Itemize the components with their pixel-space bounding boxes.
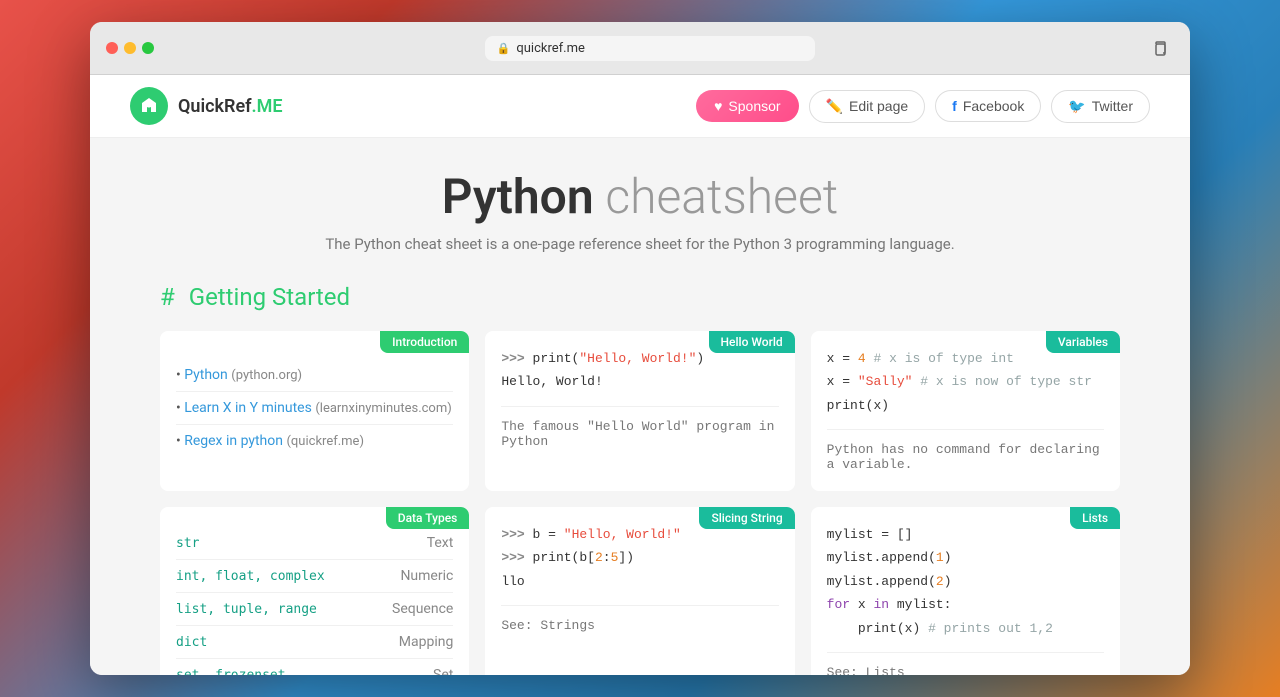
main-content: Python cheatsheet The Python cheat sheet… [140, 138, 1140, 675]
heart-icon: ♥ [714, 98, 722, 114]
type-name: str [176, 527, 372, 560]
code-line: >>> print(b[2:5]) [501, 546, 778, 569]
badge-lists: Lists [1070, 507, 1120, 529]
list-item: Regex in python (quickref.me) [176, 425, 453, 457]
type-label: Mapping [372, 626, 453, 659]
logo-text: QuickRef.ME [178, 96, 283, 117]
code-line: Hello, World! [501, 370, 778, 393]
learnxy-link[interactable]: Learn X in Y minutes [184, 400, 312, 416]
badge-variables: Variables [1046, 331, 1120, 353]
browser-chrome: 🔒 quickref.me [90, 22, 1190, 75]
browser-copy-button[interactable] [1146, 34, 1174, 62]
list-item: Python (python.org) [176, 359, 453, 392]
section-title-text: Getting Started [189, 283, 350, 311]
logo: QuickRef.ME [130, 87, 283, 125]
card-description: See: Lists [827, 652, 1104, 675]
type-name: dict [176, 626, 372, 659]
code-line: for x in mylist: [827, 593, 1104, 616]
card-data-types: Data Types str Text int, float, complex [160, 507, 469, 675]
page-title: Python cheatsheet [160, 168, 1120, 225]
table-row: set, frozenset Set [176, 659, 453, 676]
code-line: llo [501, 570, 778, 593]
type-label: Numeric [372, 560, 453, 593]
sponsor-button[interactable]: ♥ Sponsor [696, 90, 798, 122]
traffic-light-red[interactable] [106, 42, 118, 54]
edit-icon: ✏️ [826, 98, 843, 115]
card-slicing-string: Slicing String >>> b = "Hello, World!" >… [485, 507, 794, 675]
type-name: int, float, complex [176, 560, 372, 593]
card-grid-row1: Introduction Python (python.org) Learn X… [160, 331, 1120, 491]
code-line: mylist.append(2) [827, 570, 1104, 593]
code-line: x = "Sally" # x is now of type str [827, 370, 1104, 393]
card-introduction: Introduction Python (python.org) Learn X… [160, 331, 469, 491]
type-name: set, frozenset [176, 659, 372, 676]
section-hash: # [160, 283, 175, 311]
page-subtitle: The Python cheat sheet is a one-page ref… [160, 235, 1120, 253]
table-row: dict Mapping [176, 626, 453, 659]
twitter-icon: 🐦 [1068, 98, 1085, 115]
intro-list: Python (python.org) Learn X in Y minutes… [176, 351, 453, 457]
table-row: int, float, complex Numeric [176, 560, 453, 593]
page-content: QuickRef.ME ♥ Sponsor ✏️ Edit page f Fac… [90, 75, 1190, 675]
navbar: QuickRef.ME ♥ Sponsor ✏️ Edit page f Fac… [90, 75, 1190, 138]
edit-page-button[interactable]: ✏️ Edit page [809, 90, 926, 123]
badge-data-types: Data Types [386, 507, 470, 529]
card-body-data-types: str Text int, float, complex Numeric lis… [160, 507, 469, 675]
card-hello-world: Hello World >>> print("Hello, World!") H… [485, 331, 794, 491]
code-line: mylist.append(1) [827, 546, 1104, 569]
twitter-button[interactable]: 🐦 Twitter [1051, 90, 1150, 123]
regex-link[interactable]: Regex in python [184, 433, 283, 449]
data-types-table: str Text int, float, complex Numeric lis… [176, 527, 453, 675]
address-bar[interactable]: 🔒 quickref.me [485, 36, 816, 61]
card-grid-row2: Data Types str Text int, float, complex [160, 507, 1120, 675]
url-text: quickref.me [516, 41, 585, 56]
facebook-button[interactable]: f Facebook [935, 90, 1041, 122]
code-line: print(x) # prints out 1,2 [827, 617, 1104, 640]
card-description: Python has no command for declaring a va… [827, 429, 1104, 472]
type-label: Text [372, 527, 453, 560]
section-title: # Getting Started [160, 283, 1120, 311]
facebook-icon: f [952, 98, 957, 114]
traffic-light-yellow[interactable] [124, 42, 136, 54]
code-variables: x = 4 # x is of type int x = "Sally" # x… [811, 331, 1120, 488]
badge-slicing-string: Slicing String [699, 507, 794, 529]
table-row: str Text [176, 527, 453, 560]
type-label: Set [372, 659, 453, 676]
list-item: Learn X in Y minutes (learnxinyminutes.c… [176, 392, 453, 425]
code-lists: mylist = [] mylist.append(1) mylist.appe… [811, 507, 1120, 675]
code-line: mylist = [] [827, 523, 1104, 546]
nav-actions: ♥ Sponsor ✏️ Edit page f Facebook 🐦 Twit… [696, 90, 1150, 123]
code-line: print(x) [827, 394, 1104, 417]
card-lists: Lists mylist = [] mylist.append(1) mylis… [811, 507, 1120, 675]
type-name: list, tuple, range [176, 593, 372, 626]
card-variables: Variables x = 4 # x is of type int x = "… [811, 331, 1120, 491]
python-link[interactable]: Python [184, 367, 228, 383]
traffic-lights [106, 42, 154, 54]
badge-introduction: Introduction [380, 331, 469, 353]
lock-icon: 🔒 [497, 42, 511, 55]
type-label: Sequence [372, 593, 453, 626]
badge-hello-world: Hello World [709, 331, 795, 353]
browser-window: 🔒 quickref.me QuickRef.ME [90, 22, 1190, 675]
card-description: See: Strings [501, 605, 778, 633]
table-row: list, tuple, range Sequence [176, 593, 453, 626]
traffic-light-green[interactable] [142, 42, 154, 54]
card-description: The famous "Hello World" program in Pyth… [501, 406, 778, 449]
logo-icon [130, 87, 168, 125]
